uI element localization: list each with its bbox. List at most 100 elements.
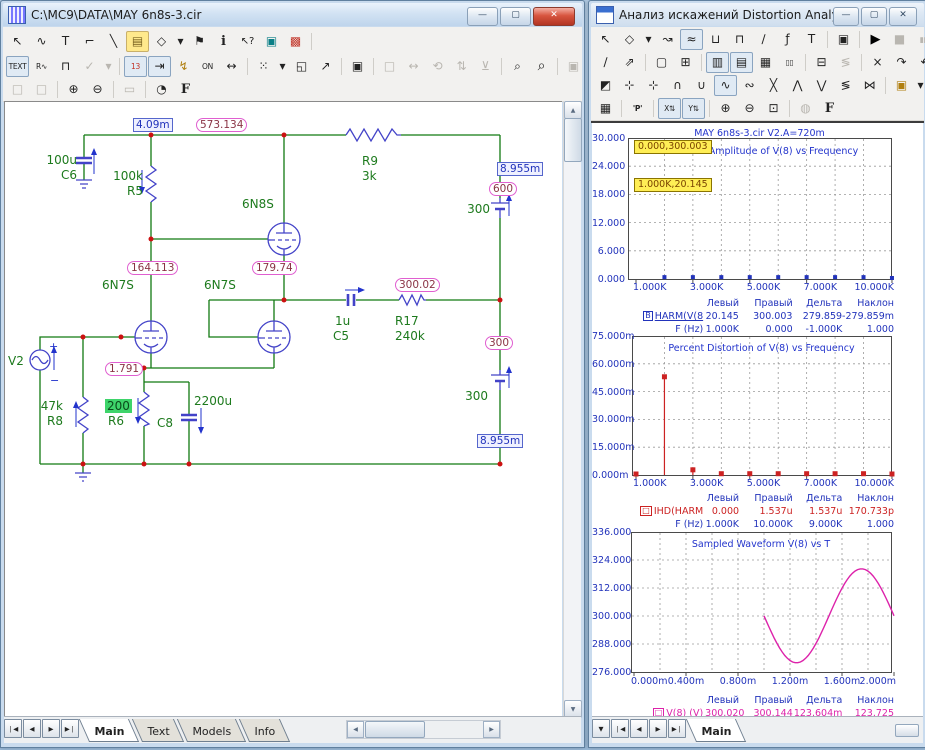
- pencil-tool[interactable]: ∕: [752, 29, 775, 50]
- zoom-out[interactable]: ⊖: [86, 79, 109, 100]
- prev-page-button[interactable]: ◀: [630, 719, 648, 738]
- shape-menu-dropdown[interactable]: ▾: [174, 31, 187, 52]
- color-menu[interactable]: ▣: [890, 75, 913, 96]
- component-menu[interactable]: ▤: [126, 31, 149, 52]
- ortho-wire-tool[interactable]: ⌐: [78, 31, 101, 52]
- pane-toggle[interactable]: ▯▯: [778, 52, 801, 73]
- select-tool[interactable]: ↖: [6, 31, 29, 52]
- horizontal-scrollbar[interactable]: ◀ ▶: [346, 720, 501, 739]
- grid-menu[interactable]: ⊞: [674, 52, 697, 73]
- polyline-tool[interactable]: ⇗: [618, 52, 641, 73]
- select-box-mode[interactable]: ▢: [650, 52, 673, 73]
- scale-mode[interactable]: ⊔: [704, 29, 727, 50]
- close-button[interactable]: ✕: [889, 7, 917, 26]
- maximize-button[interactable]: ▢: [861, 7, 887, 26]
- scrollbar-thumb[interactable]: [564, 118, 582, 162]
- data-points-toggle[interactable]: ×: [866, 52, 889, 73]
- text-display-toggle[interactable]: TEXT: [6, 56, 29, 77]
- pin-display-toggle[interactable]: ⊓: [54, 56, 77, 77]
- probe-tool[interactable]: ↝: [656, 29, 679, 50]
- flag-tool[interactable]: ⚑: [188, 31, 211, 52]
- cross-mode[interactable]: ╳: [762, 75, 785, 96]
- power-display-toggle[interactable]: ↯: [172, 56, 195, 77]
- page-dropdown-button[interactable]: ▼: [592, 719, 610, 738]
- next-curve[interactable]: ↷: [890, 52, 913, 73]
- x-axis-button[interactable]: X⇅: [658, 98, 681, 119]
- low-mode[interactable]: ⋁: [810, 75, 833, 96]
- peak-mode[interactable]: ∩: [666, 75, 689, 96]
- normalize-button[interactable]: ◩: [594, 75, 617, 96]
- plot2[interactable]: [632, 336, 898, 481]
- prev-sheet-button[interactable]: ◀: [23, 719, 41, 738]
- scroll-right-button[interactable]: ▶: [483, 721, 500, 738]
- schematic-canvas[interactable]: + −: [4, 101, 562, 719]
- node-number-toggle[interactable]: ↔: [220, 56, 243, 77]
- help-topics[interactable]: ◔: [150, 79, 173, 100]
- border-toggle[interactable]: ◱: [290, 56, 313, 77]
- condition-display-toggle[interactable]: ON: [196, 56, 219, 77]
- font-button[interactable]: F: [818, 98, 841, 119]
- minimize-button[interactable]: —: [833, 7, 859, 26]
- first-page-button[interactable]: ❘◀: [611, 719, 629, 738]
- next-sheet-button[interactable]: ▶: [42, 719, 60, 738]
- tab-main[interactable]: Main: [79, 719, 139, 742]
- graph-object-menu[interactable]: ◇: [618, 29, 641, 50]
- schematic-window-titlebar[interactable]: C:\MC9\DATA\MAY 6n8s-3.cir — ▢ ✕: [3, 3, 582, 26]
- minmax-mode[interactable]: ≶: [834, 75, 857, 96]
- next-page-button[interactable]: ▶: [649, 719, 667, 738]
- vertical-grid-toggle[interactable]: ▥: [706, 52, 729, 73]
- maximize-button[interactable]: ▢: [500, 7, 531, 26]
- cursor-mode[interactable]: ≈: [680, 29, 703, 50]
- close-button[interactable]: ✕: [533, 7, 575, 26]
- attribute-display-toggle[interactable]: R∿: [30, 56, 53, 77]
- global-mode[interactable]: ⋈: [858, 75, 881, 96]
- tab-text[interactable]: Text: [132, 719, 184, 742]
- text-tool[interactable]: T: [54, 31, 77, 52]
- help-mode[interactable]: ↖?: [236, 31, 259, 52]
- info-mode[interactable]: i: [212, 31, 235, 52]
- scroll-left-button[interactable]: ◀: [347, 721, 364, 738]
- inflection-mode[interactable]: ∾: [738, 75, 761, 96]
- zoom-window[interactable]: ⊡: [762, 98, 785, 119]
- zoom-in[interactable]: ⊕: [62, 79, 85, 100]
- line-tool[interactable]: ∕: [594, 52, 617, 73]
- region-enclosure-tool[interactable]: ▣: [260, 31, 283, 52]
- line-tool[interactable]: ╲: [102, 31, 125, 52]
- scrollbar-thumb[interactable]: [895, 724, 919, 737]
- plot3[interactable]: [631, 532, 899, 677]
- wire-mode-tool[interactable]: ∿: [30, 31, 53, 52]
- zoom-in[interactable]: ⊕: [714, 98, 737, 119]
- tab-info[interactable]: Info: [239, 719, 290, 742]
- formula-tool[interactable]: ƒ: [776, 29, 799, 50]
- graph-object-dropdown[interactable]: ▾: [642, 29, 655, 50]
- last-sheet-button[interactable]: ▶❘: [61, 719, 79, 738]
- vertical-scrollbar[interactable]: ▲ ▼: [563, 101, 581, 718]
- numeric-output-button[interactable]: ▦: [594, 98, 617, 119]
- full-grid-toggle[interactable]: ▦: [754, 52, 777, 73]
- tab-main[interactable]: Main: [686, 719, 746, 742]
- y-axis-button[interactable]: Y⇅: [682, 98, 705, 119]
- color-dropdown[interactable]: ▾: [914, 75, 925, 96]
- horizontal-grid-toggle[interactable]: ▤: [730, 52, 753, 73]
- minimize-button[interactable]: —: [467, 7, 498, 26]
- find-part[interactable]: ⌕: [506, 56, 529, 77]
- font-button[interactable]: F: [174, 79, 197, 100]
- find[interactable]: ⌕: [530, 56, 553, 77]
- plot1[interactable]: [628, 138, 896, 285]
- curve-name[interactable]: HARM(V(8: [655, 311, 703, 322]
- p-key-button[interactable]: 'P': [626, 98, 649, 119]
- grid-dropdown[interactable]: ▾: [276, 56, 289, 77]
- tab-models[interactable]: Models: [177, 719, 246, 742]
- high-mode[interactable]: ⋀: [786, 75, 809, 96]
- grid-toggle[interactable]: ⁙: [252, 56, 275, 77]
- select-tool[interactable]: ↖: [594, 29, 617, 50]
- cursor-select-mode[interactable]: ∿: [714, 75, 737, 96]
- point-tag-mode[interactable]: ⊓: [728, 29, 751, 50]
- cursor-mode-toggle[interactable]: ↗: [314, 56, 337, 77]
- zoom-out[interactable]: ⊖: [738, 98, 761, 119]
- last-page-button[interactable]: ▶❘: [668, 719, 686, 738]
- current-display-toggle[interactable]: ⇥: [148, 56, 171, 77]
- color-menu[interactable]: ▩: [284, 31, 307, 52]
- scroll-up-button[interactable]: ▲: [564, 101, 582, 119]
- pin-numbers-toggle[interactable]: 13: [124, 56, 147, 77]
